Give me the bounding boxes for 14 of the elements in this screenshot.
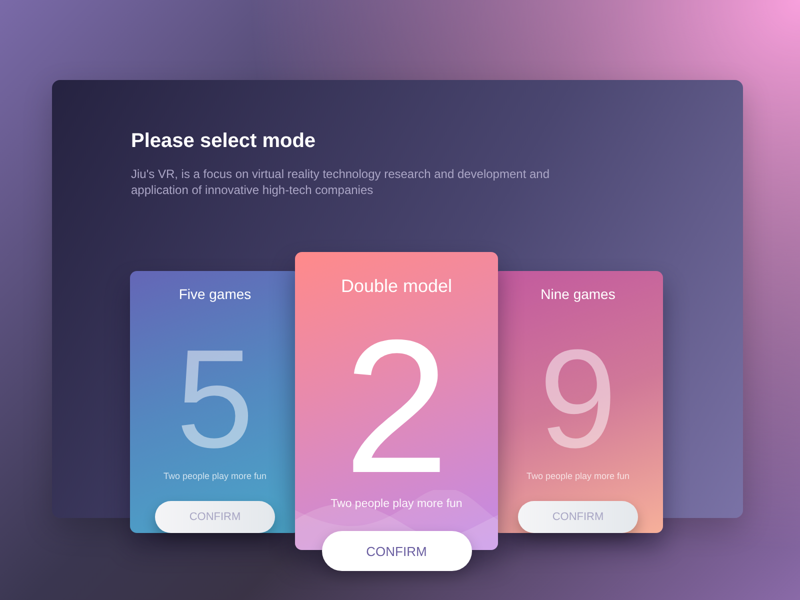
mode-number: 2	[344, 337, 450, 478]
mode-tagline: Two people play more fun	[163, 470, 267, 481]
mode-title: Nine games	[540, 285, 616, 303]
confirm-button[interactable]: CONFIRM	[155, 500, 275, 533]
page-title: Please select mode	[131, 129, 317, 154]
mode-tagline: Two people play more fun	[330, 498, 462, 510]
mode-title: Double model	[340, 275, 452, 297]
confirm-button[interactable]: CONFIRM	[322, 531, 472, 571]
page-description: Jiu's VR, is a focus on virtual reality technology research and development and application of innovative high-tech companies	[131, 166, 551, 198]
mode-tagline: Two people play more fun	[526, 470, 630, 481]
confirm-button[interactable]: CONFIRM	[518, 500, 638, 533]
mode-number: 9	[539, 347, 617, 451]
mode-number: 5	[176, 347, 254, 451]
mode-title: Five games	[178, 285, 252, 303]
